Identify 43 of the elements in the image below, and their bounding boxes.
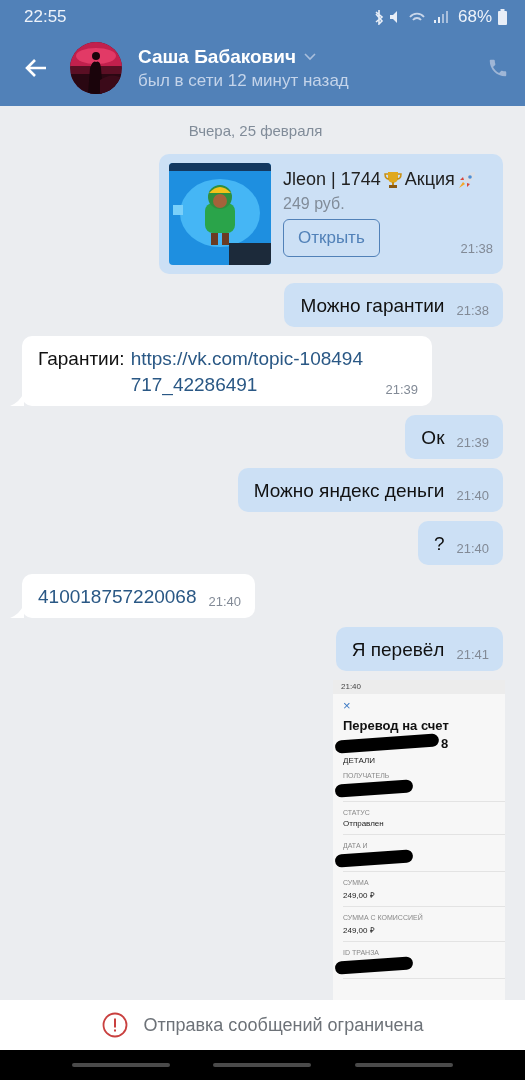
screenshot-title: Перевод на счет bbox=[343, 718, 450, 733]
battery-icon bbox=[498, 9, 507, 25]
message-text: ? bbox=[433, 532, 445, 556]
screenshot-status-time: 21:40 bbox=[341, 682, 362, 691]
last-seen-status: был в сети 12 минут назад bbox=[138, 70, 350, 91]
message-text: Ок bbox=[421, 426, 445, 450]
nav-handle[interactable] bbox=[71, 1063, 170, 1067]
field-value: Отправлен bbox=[343, 819, 385, 828]
trophy-icon bbox=[382, 169, 403, 190]
close-icon: × bbox=[343, 698, 505, 713]
message-text: Можно гарантии bbox=[300, 294, 445, 318]
message-text: Гарантии: bbox=[38, 347, 125, 371]
account-number-fragment: 8 bbox=[441, 736, 449, 751]
phone-icon[interactable] bbox=[487, 57, 509, 79]
back-arrow-icon[interactable] bbox=[24, 58, 48, 78]
message-time: 21:38 bbox=[460, 241, 493, 256]
message-time: 21:41 bbox=[456, 647, 489, 662]
message-time: 21:40 bbox=[456, 541, 489, 556]
message-link[interactable]: 410018757220068 bbox=[38, 584, 197, 610]
message-time: 21:40 bbox=[456, 488, 489, 503]
product-price: 249 руб. bbox=[283, 195, 346, 213]
nav-handle[interactable] bbox=[213, 1063, 312, 1067]
rocket-icon bbox=[456, 169, 477, 190]
product-title: Jleon | 1744 bbox=[283, 169, 381, 190]
battery-percent: 68% bbox=[457, 7, 492, 27]
section-heading: ДЕТАЛИ bbox=[343, 756, 376, 765]
status-time: 22:55 bbox=[24, 7, 67, 27]
message-time: 21:40 bbox=[208, 594, 242, 609]
restriction-notice: Отправка сообщений ограничена bbox=[143, 1014, 424, 1036]
message-time: 21:39 bbox=[385, 382, 418, 397]
message-link[interactable]: https://vk.com/topic‑108494717_42286491 bbox=[130, 346, 374, 398]
message-time: 21:38 bbox=[456, 303, 489, 318]
product-tag: Акция bbox=[404, 169, 455, 190]
field-value: 249,00 ₽ bbox=[343, 925, 376, 935]
field-value: 249,00 ₽ bbox=[343, 890, 376, 900]
message-text: Можно яндекс деньги bbox=[253, 479, 445, 503]
message-text: Я перевёл bbox=[351, 638, 445, 662]
date-divider: Вчера, 25 февраля bbox=[188, 122, 323, 139]
message-time: 21:39 bbox=[456, 435, 489, 450]
warning-icon bbox=[101, 1012, 128, 1038]
chevron-down-icon[interactable] bbox=[304, 52, 316, 61]
contact-name[interactable]: Саша Бабакович bbox=[138, 45, 296, 68]
nav-handle[interactable] bbox=[355, 1063, 454, 1067]
